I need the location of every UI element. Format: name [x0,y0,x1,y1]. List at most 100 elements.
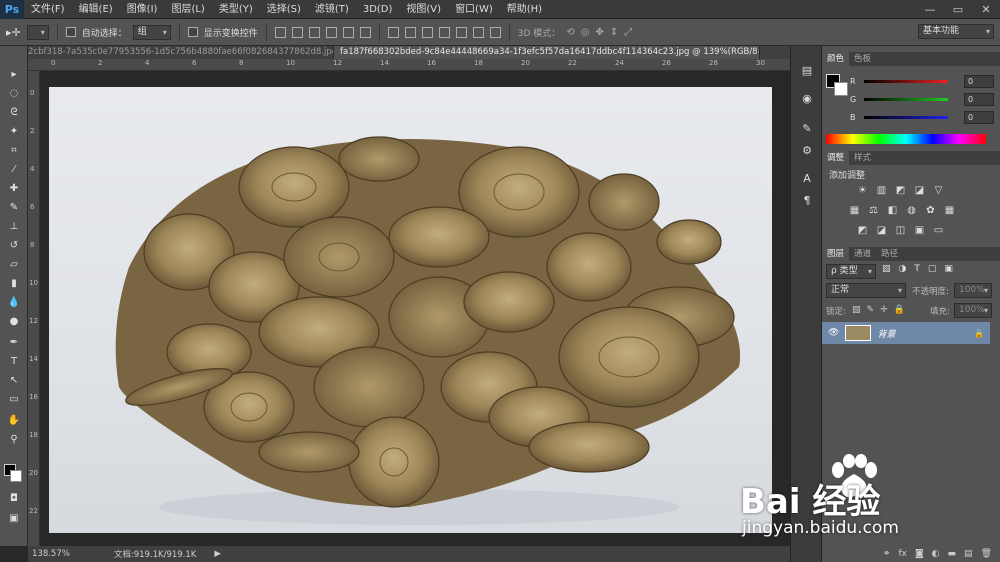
background-color-swatch[interactable] [10,470,22,482]
distribute-bottom-icon[interactable] [421,26,433,38]
vibrance-icon[interactable]: ▽ [932,185,945,197]
align-hcenter-icon[interactable] [342,26,354,38]
dodge-tool-icon[interactable]: ● [5,313,23,329]
align-right-icon[interactable] [359,26,371,38]
tab-color[interactable]: 颜色 [822,52,850,66]
menu-layer[interactable]: 图层(L) [164,0,211,19]
link-layers-icon[interactable]: ⚭ [883,549,891,559]
color-spectrum[interactable] [826,134,986,144]
distribute-left-icon[interactable] [438,26,450,38]
delete-layer-icon[interactable]: 🗑 [981,549,992,559]
distribute-hcenter-icon[interactable] [455,26,467,38]
type-tool-icon[interactable]: T [5,353,23,369]
photo-filter-icon[interactable]: ◍ [905,205,918,217]
character-icon[interactable]: A [798,172,816,188]
layer-row-background[interactable]: 👁 背景 🔒 [822,322,990,344]
magic-wand-tool-icon[interactable]: ✦ [5,123,23,139]
eraser-tool-icon[interactable]: ▱ [5,256,23,272]
menu-filter[interactable]: 滤镜(T) [308,0,356,19]
3d-rotate-icon[interactable]: ⟲ [566,27,574,38]
menu-help[interactable]: 帮助(H) [500,0,549,19]
tab-channels[interactable]: 通道 [849,247,876,261]
menu-select[interactable]: 选择(S) [260,0,308,19]
brush-presets-icon[interactable]: ✎ [798,122,816,138]
levels-icon[interactable]: ▥ [875,185,888,197]
new-group-icon[interactable]: ▬ [948,549,957,559]
history-icon[interactable]: ▤ [798,64,816,80]
new-layer-icon[interactable]: ▤ [964,549,973,559]
fill-input[interactable]: 100% [954,303,992,318]
marquee-tool-icon[interactable]: ◌ [5,85,23,101]
layer-style-icon[interactable]: fx [898,549,907,559]
path-select-tool-icon[interactable]: ↖ [5,372,23,388]
tool-preset-select[interactable] [26,24,49,40]
tab-document-1[interactable]: 2cbf318-7a535c0e77953556-1d5c756b4880fae… [22,46,334,59]
menu-3d[interactable]: 3D(D) [356,0,400,19]
smart-object-filter-icon[interactable]: ▣ [944,264,953,274]
exposure-icon[interactable]: ◪ [913,185,926,197]
move-tool-icon[interactable]: ▸✛ [6,26,21,39]
lock-all-icon[interactable]: 🔒 [894,305,905,315]
stamp-tool-icon[interactable]: ⊥ [5,218,23,234]
type-filter-icon[interactable]: T [914,264,920,274]
move-tool-icon[interactable]: ▸ [5,66,23,82]
healing-brush-tool-icon[interactable]: ✚ [5,180,23,196]
screen-mode-icon[interactable]: ▣ [5,510,23,526]
blue-value[interactable]: 0 [964,110,994,124]
layer-filter-select[interactable]: ρ 类型 [826,264,876,279]
quick-mask-icon[interactable]: ◘ [5,490,23,506]
hand-tool-icon[interactable]: ✋ [5,412,23,428]
3d-roll-icon[interactable]: ◎ [581,27,590,38]
lasso-tool-icon[interactable]: ᘓ [5,104,23,120]
minimize-button[interactable]: — [916,0,944,19]
lock-position-icon[interactable]: ✛ [880,305,888,315]
info-icon[interactable]: ◉ [798,92,816,108]
posterize-icon[interactable]: ◪ [875,225,888,237]
align-vcenter-icon[interactable] [291,26,303,38]
channel-mixer-icon[interactable]: ✿ [924,205,937,217]
status-arrow-icon[interactable]: ▶ [214,549,221,559]
hue-saturation-icon[interactable]: ▦ [848,205,861,217]
crop-tool-icon[interactable]: ⌗ [5,142,23,158]
menu-image[interactable]: 图像(I) [120,0,165,19]
brush-tool-icon[interactable]: ✎ [5,199,23,215]
color-lookup-icon[interactable]: ▦ [943,205,956,217]
align-bottom-icon[interactable] [308,26,320,38]
gradient-map-icon[interactable]: ▭ [932,225,945,237]
color-balance-icon[interactable]: ⚖ [867,205,880,217]
distribute-vcenter-icon[interactable] [404,26,416,38]
red-value[interactable]: 0 [964,74,994,88]
curves-icon[interactable]: ◩ [894,185,907,197]
menu-view[interactable]: 视图(V) [399,0,448,19]
menu-edit[interactable]: 编辑(E) [72,0,120,19]
layer-name[interactable]: 背景 [877,327,895,340]
align-top-icon[interactable] [274,26,286,38]
gradient-tool-icon[interactable]: ▮ [5,275,23,291]
green-slider[interactable] [864,97,948,101]
tab-swatches[interactable]: 色板 [849,52,876,66]
brightness-icon[interactable]: ☀ [856,185,869,197]
menu-file[interactable]: 文件(F) [24,0,72,19]
pixel-filter-icon[interactable]: ▧ [882,264,891,274]
document-image[interactable] [49,87,772,533]
auto-select-dropdown[interactable]: 组 [132,24,171,40]
lock-pixels-icon[interactable]: ▧ [852,305,861,315]
blue-slider[interactable] [864,115,948,119]
3d-slide-icon[interactable]: ⇕ [610,27,618,38]
black-white-icon[interactable]: ◧ [886,205,899,217]
paragraph-icon[interactable]: ¶ [798,194,816,210]
add-mask-icon[interactable]: ◙ [915,549,924,559]
workspace-select[interactable]: 基本功能 [918,24,994,39]
adjustment-filter-icon[interactable]: ◑ [899,264,907,274]
opacity-input[interactable]: 100% [954,283,992,298]
maximize-button[interactable]: ▭ [944,0,972,19]
distribute-right-icon[interactable] [472,26,484,38]
tab-adjustments[interactable]: 调整 [822,151,850,165]
3d-scale-icon[interactable]: ⤢ [624,27,632,38]
background-color-swatch[interactable] [834,82,848,96]
menu-type[interactable]: 类型(Y) [212,0,260,19]
zoom-level[interactable]: 138.57% [32,549,70,559]
show-transform-checkbox[interactable] [187,27,198,37]
auto-select-checkbox[interactable] [65,27,76,37]
tab-document-2[interactable]: fa187f668302bded-9c84e44448669a34-1f3efc… [334,46,760,59]
